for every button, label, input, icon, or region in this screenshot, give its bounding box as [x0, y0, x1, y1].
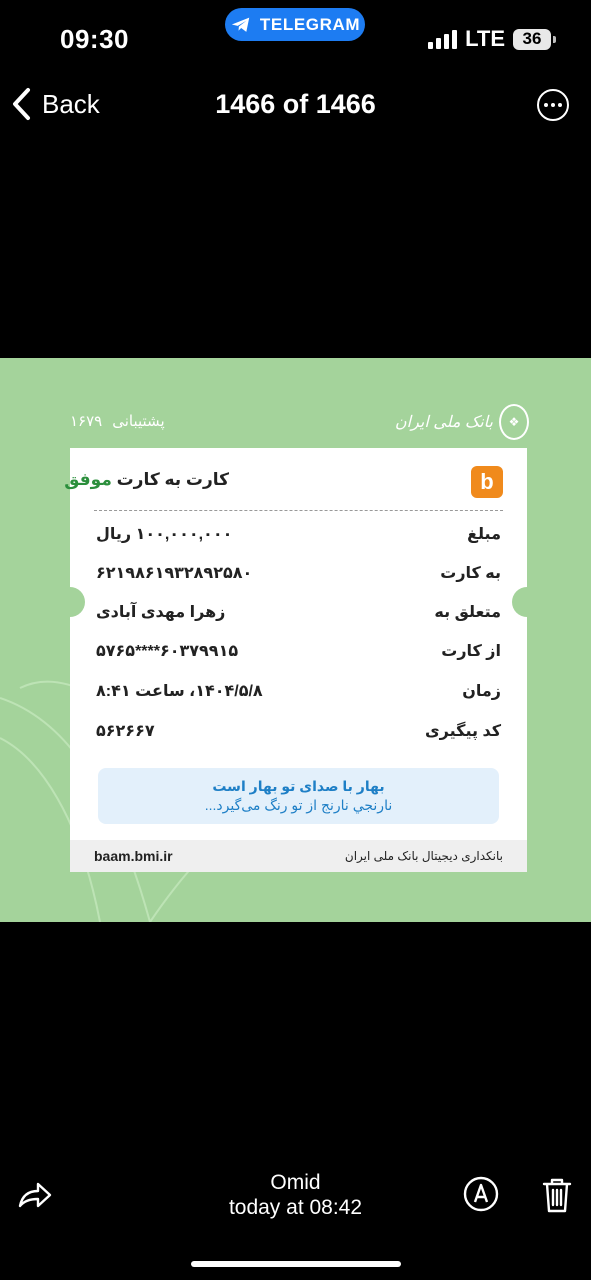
footer-site: baam.bmi.ir: [94, 848, 173, 864]
receipt-card: b کارت به کارت موفق ۱۰۰,۰۰۰,۰۰۰ ریال مبل…: [55, 448, 542, 872]
back-label: Back: [42, 88, 100, 119]
detail-value: ۵۶۲۶۶۷: [96, 723, 155, 740]
detail-label: متعلق به: [434, 604, 501, 621]
support-label: پشتیبانی: [112, 413, 165, 430]
telegram-icon: [231, 17, 250, 32]
detail-row-tracking: ۵۶۲۶۶۷ کد پیگیری: [96, 719, 501, 743]
battery-level: 36: [522, 29, 542, 48]
share-icon[interactable]: [16, 1176, 54, 1214]
card-header: b: [471, 466, 503, 498]
transaction-type: کارت به کارت: [116, 470, 229, 489]
bank-logo: بانک ملی ایران ❖: [395, 404, 529, 440]
transaction-status: موفق: [64, 470, 112, 489]
detail-value: ۶۰۳۷۹۹۱۵****۵۷۶۵: [96, 643, 239, 660]
more-button[interactable]: [537, 89, 569, 121]
detail-label: از کارت: [441, 643, 501, 660]
detail-value: زهرا مهدی آبادی: [96, 604, 226, 621]
markup-icon[interactable]: [463, 1176, 499, 1212]
bank-logo-text: بانک ملی ایران: [394, 414, 493, 431]
battery-icon: 36: [513, 28, 556, 50]
sender-info: Omid today at 08:42: [0, 1170, 591, 1220]
back-button[interactable]: Back: [10, 86, 100, 122]
detail-row-owner: زهرا مهدی آبادی متعلق به: [96, 600, 501, 624]
transaction-title: کارت به کارت موفق: [64, 470, 229, 490]
footer-bank: بانکداری دیجیتال بانک ملی ایران: [344, 849, 503, 863]
detail-row-to-card: ۶۲۱۹۸۶۱۹۳۲۸۹۲۵۸۰ به کارت: [96, 561, 501, 585]
signal-icon: [428, 29, 458, 49]
telegram-return-pill[interactable]: TELEGRAM: [225, 8, 365, 41]
detail-row-time: ۱۴۰۴/۵/۸، ساعت ۸:۴۱ زمان: [96, 679, 501, 703]
sender-name: Omid: [270, 1171, 321, 1194]
detail-row-from-card: ۶۰۳۷۹۹۱۵****۵۷۶۵ از کارت: [96, 639, 501, 663]
baam-logo-icon: b: [471, 466, 503, 498]
ticket-notch-right: [512, 587, 542, 617]
sent-time: today at 08:42: [228, 1196, 363, 1219]
status-indicators: LTE 36: [428, 26, 556, 52]
detail-value: ۱۰۰,۰۰۰,۰۰۰ ریال: [96, 526, 233, 543]
bank-emblem-icon: ❖: [499, 404, 529, 440]
chevron-left-icon: [13, 88, 30, 120]
detail-label: مبلغ: [467, 526, 501, 543]
status-time: 09:30: [60, 24, 129, 54]
detail-label: به کارت: [440, 565, 501, 582]
trash-icon[interactable]: [541, 1176, 573, 1214]
receipt-footer: baam.bmi.ir بانکداری دیجیتال بانک ملی ای…: [70, 840, 527, 872]
telegram-pill-label: TELEGRAM: [259, 14, 361, 34]
more-icon: [544, 103, 548, 107]
divider: [94, 510, 503, 511]
detail-row-amount: ۱۰۰,۰۰۰,۰۰۰ ریال مبلغ: [96, 522, 501, 546]
network-label: LTE: [465, 26, 505, 51]
home-indicator[interactable]: [191, 1261, 401, 1267]
detail-value: ۶۲۱۹۸۶۱۹۳۲۸۹۲۵۸۰: [96, 565, 253, 582]
promo-line-2: نارنجي نارنج از تو رنگ می‌گیرد...: [204, 797, 393, 813]
receipt-image[interactable]: پشتیبانی ۱۶۷۹ بانک ملی ایران ❖ b کارت به…: [0, 358, 591, 922]
support-info: پشتیبانی ۱۶۷۹: [70, 412, 165, 430]
detail-value: ۱۴۰۴/۵/۸، ساعت ۸:۴۱: [96, 683, 263, 700]
ticket-notch-left: [55, 587, 85, 617]
promo-line-1: بهار با صدای تو بهار است: [212, 778, 385, 794]
promo-message: بهار با صدای تو بهار است نارنجي نارنج از…: [98, 768, 499, 824]
support-number: ۱۶۷۹: [70, 413, 103, 430]
detail-label: کد پیگیری: [425, 723, 501, 740]
detail-label: زمان: [462, 683, 501, 700]
